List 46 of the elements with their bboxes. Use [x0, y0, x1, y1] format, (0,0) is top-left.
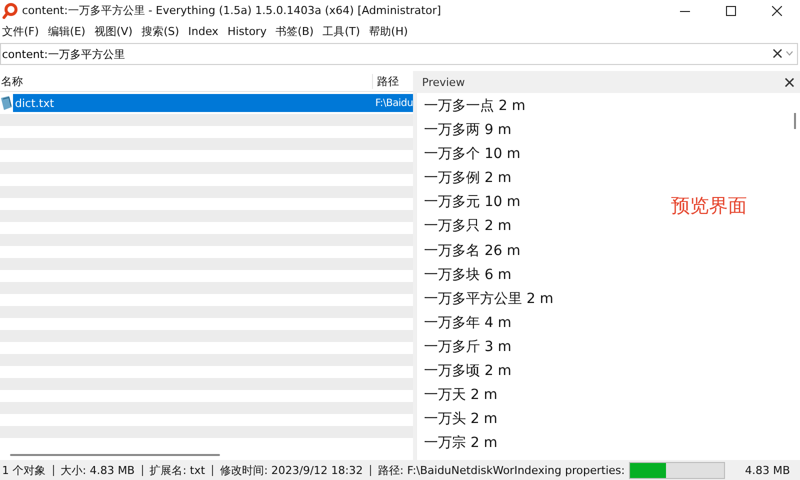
- status-text: 路径: F:\BaiduNetdiskWor: [378, 462, 514, 478]
- preview-line: 一万多年 4 m: [424, 314, 512, 333]
- menu-item[interactable]: 帮助(H): [369, 24, 408, 39]
- preview-line: 一万多例 2 m: [424, 169, 512, 188]
- preview-title: Preview: [422, 76, 465, 88]
- preview-line: 一万天 2 m: [424, 386, 498, 406]
- menu-item[interactable]: 搜索(S): [142, 24, 180, 39]
- menu-item[interactable]: 工具(T): [322, 24, 360, 39]
- preview-line: 一万多名 26 m: [424, 242, 520, 261]
- status-text: Indexing properties:: [514, 464, 625, 476]
- document-icon: [0, 96, 13, 110]
- menu-item[interactable]: 视图(V): [94, 24, 133, 39]
- scrollbar-thumb[interactable]: [10, 454, 220, 456]
- preview-line: 一万多斤 3 m: [424, 338, 512, 357]
- menu-item[interactable]: 书签(B): [276, 24, 314, 39]
- search-field[interactable]: content:一万多平方公里: [0, 43, 798, 65]
- column-header[interactable]: 名称: [0, 74, 372, 88]
- status-text: 4.83 MB: [744, 464, 790, 476]
- preview-line: 一万多两 9 m: [424, 121, 512, 140]
- result-row[interactable]: dict.txt F:\Baidu: [13, 94, 413, 112]
- menu-item[interactable]: 编辑(E): [48, 24, 86, 39]
- preview-line: 一万多顷 2 m: [424, 362, 512, 382]
- window-title: content:一万多平方公里 - Everything (1.5a) 1.5.0.1403a (x64) [Administrator]: [22, 3, 442, 18]
- maximize-icon: [726, 6, 736, 16]
- preview-line: 一万多元 10 m: [424, 193, 520, 212]
- preview-line: 一万多块 6 m: [424, 266, 512, 285]
- preview-line: 一万宗 2 m: [424, 434, 498, 454]
- preview-line: 一万多个 10 m: [424, 145, 520, 164]
- column-header[interactable]: 路径: [372, 74, 413, 88]
- status-text: 修改时间: 2023/9/12 18:32: [220, 462, 363, 478]
- status-text: 扩展名: txt: [150, 462, 206, 478]
- menu-item[interactable]: 文件(F): [2, 24, 39, 39]
- preview-line: 一万多只 2 m: [424, 217, 512, 236]
- magnifier-logo-icon: [2, 2, 18, 18]
- close-icon[interactable]: [785, 78, 794, 86]
- clear-icon[interactable]: [773, 49, 782, 58]
- status-text: 1 个对象: [2, 462, 46, 478]
- menu-item[interactable]: History: [227, 25, 267, 38]
- close-icon: [772, 6, 782, 16]
- preview-line: 一万头 2 m: [424, 410, 498, 430]
- scrollbar-thumb[interactable]: [794, 113, 796, 129]
- annotation-label: 预览界面: [671, 194, 747, 219]
- menu-item[interactable]: Index: [188, 25, 218, 38]
- preview-line: 一万多一点 2 m: [424, 97, 526, 116]
- status-text: 大小: 4.83 MB: [60, 462, 135, 478]
- preview-line: 一万多平方公里 2 m: [424, 290, 554, 309]
